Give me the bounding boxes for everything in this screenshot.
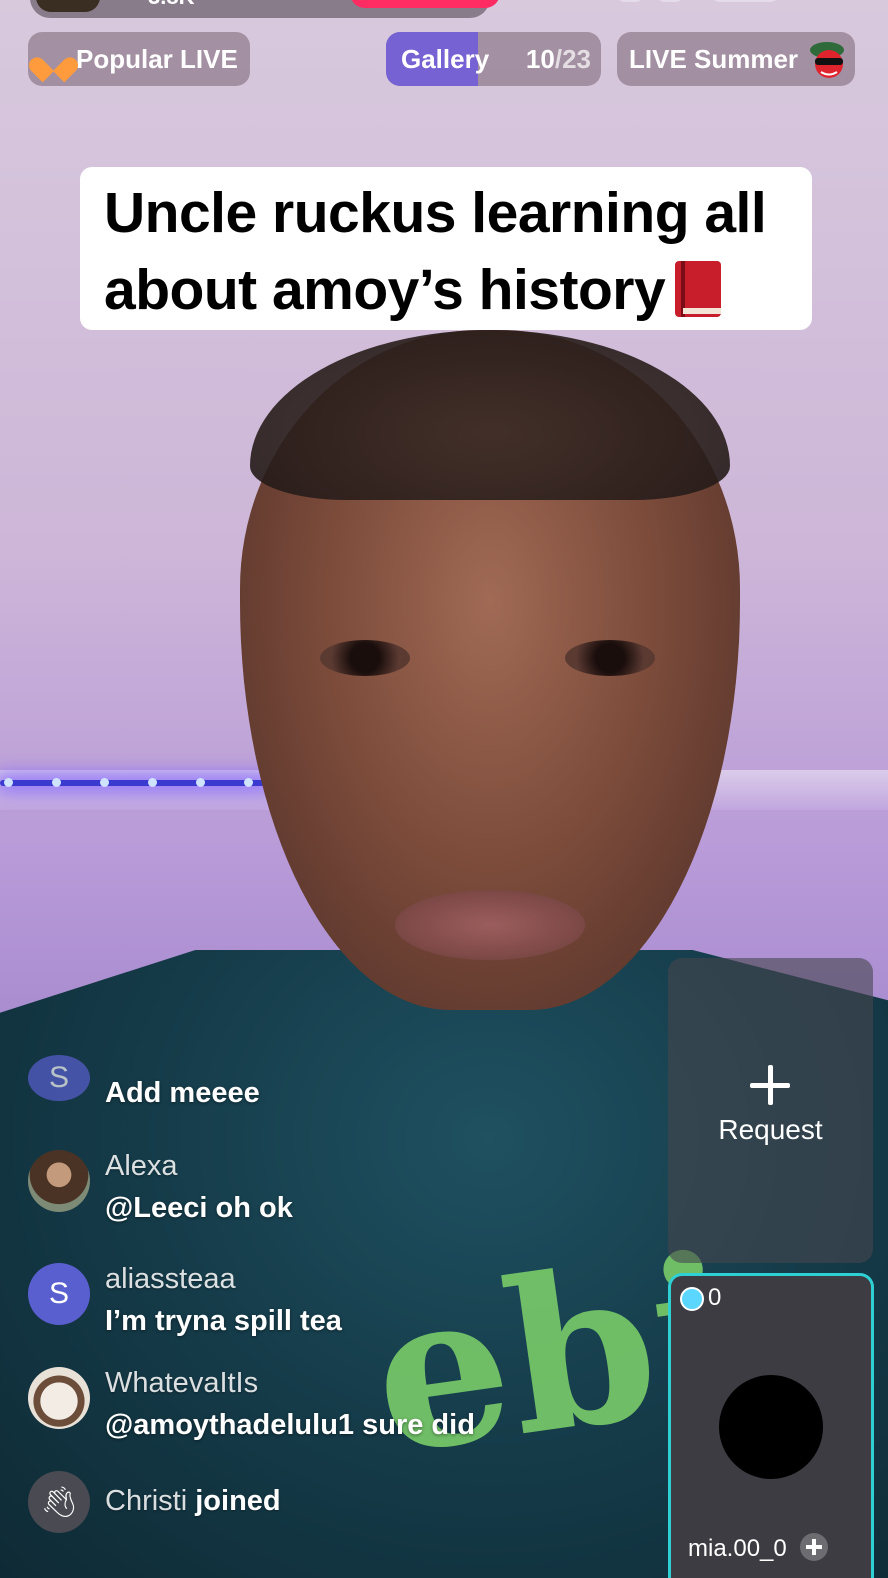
- follow-button[interactable]: [350, 0, 500, 8]
- guest-avatar[interactable]: [719, 1375, 823, 1479]
- gift-points-icon: [680, 1287, 704, 1311]
- streamer-hair: [250, 330, 730, 500]
- streamer-mouth: [395, 890, 585, 960]
- gallery-count: 10/23: [525, 43, 591, 74]
- host-avatar[interactable]: [36, 0, 100, 12]
- chat-avatar[interactable]: [28, 1367, 90, 1429]
- chat-message-text: @Leeci oh ok: [105, 1192, 293, 1224]
- chat-avatar[interactable]: [28, 1150, 90, 1212]
- caption-line-1: Uncle ruckus learning all: [104, 181, 767, 245]
- chat-avatar[interactable]: S: [28, 1263, 90, 1325]
- guest-gift-count: 0: [708, 1284, 722, 1311]
- viewer-count: 3.8K: [148, 0, 194, 10]
- sunglasses-mascot-icon: [810, 42, 844, 78]
- live-summer-badge[interactable]: LIVE Summer: [617, 32, 855, 86]
- gallery-badge[interactable]: Gallery 10/23: [386, 32, 601, 86]
- streamer-eye-left: [320, 640, 410, 676]
- streamer-eye-right: [565, 640, 655, 676]
- chat-username[interactable]: WhatevaItIs: [105, 1367, 258, 1400]
- waving-hand-icon: 👋︎: [39, 1485, 79, 1519]
- join-notice-text: Christi joined: [105, 1485, 281, 1517]
- heart-icon: [40, 45, 68, 73]
- red-book-icon: [675, 261, 722, 317]
- caption-line-2: about amoy’s history: [104, 252, 792, 329]
- request-button-label[interactable]: Request: [668, 1114, 873, 1146]
- chat-message-text: Add meeee: [105, 1077, 260, 1109]
- popular-live-badge[interactable]: Popular LIVE: [28, 32, 250, 86]
- chat-message-text: @amoythadelulu1 sure did: [105, 1409, 475, 1441]
- live-summer-label: LIVE Summer: [629, 43, 799, 74]
- chat-message-text: I’m tryna spill tea: [105, 1305, 342, 1337]
- plus-icon[interactable]: [750, 1065, 790, 1105]
- gallery-label: Gallery: [401, 43, 490, 74]
- guest-username[interactable]: mia.00_0: [688, 1535, 787, 1563]
- chat-username[interactable]: aliassteaa: [105, 1263, 236, 1296]
- top-viewer-avatars[interactable]: [600, 0, 850, 4]
- chat-username[interactable]: Christi: [105, 1485, 187, 1517]
- chat-avatar[interactable]: 👋︎: [28, 1471, 90, 1533]
- add-follow-icon[interactable]: [800, 1533, 828, 1561]
- popular-live-label: Popular LIVE: [76, 43, 238, 74]
- request-guest-panel[interactable]: [668, 958, 873, 1263]
- host-info-bar[interactable]: 3.8K: [30, 0, 500, 18]
- chat-username[interactable]: Alexa: [105, 1150, 178, 1183]
- led-strip: [0, 778, 270, 787]
- video-caption: Uncle ruckus learning all about amoy’s h…: [80, 167, 812, 330]
- chat-avatar[interactable]: S: [28, 1055, 90, 1101]
